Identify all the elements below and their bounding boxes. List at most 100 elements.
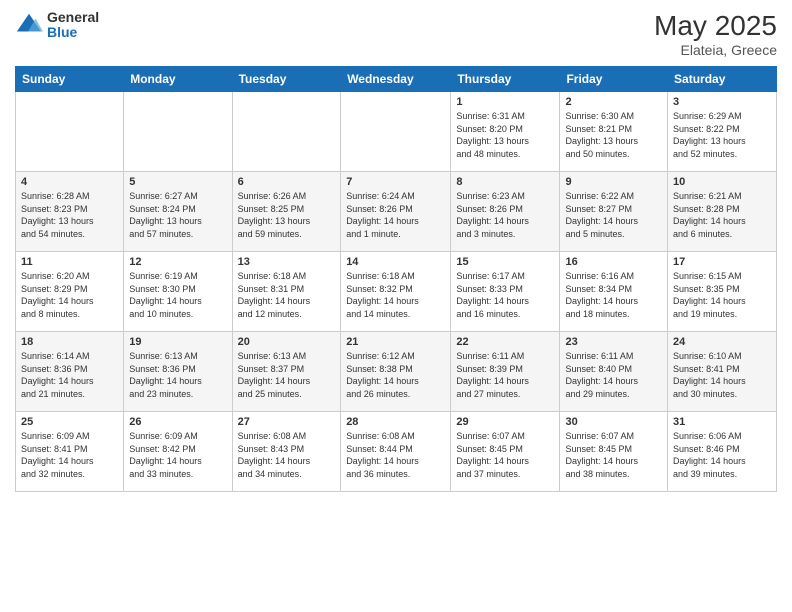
day-info: Sunrise: 6:29 AM Sunset: 8:22 PM Dayligh…: [673, 110, 771, 160]
day-info: Sunrise: 6:18 AM Sunset: 8:32 PM Dayligh…: [346, 270, 445, 320]
calendar-cell: 1 Sunrise: 6:31 AM Sunset: 8:20 PM Daylig…: [451, 92, 560, 172]
day-number: 22: [456, 336, 554, 348]
day-number: 14: [346, 256, 445, 268]
day-info: Sunrise: 6:10 AM Sunset: 8:41 PM Dayligh…: [673, 350, 771, 400]
calendar-cell: 14 Sunrise: 6:18 AM Sunset: 8:32 PM Dayli…: [341, 252, 451, 332]
day-info: Sunrise: 6:13 AM Sunset: 8:37 PM Dayligh…: [238, 350, 336, 400]
calendar-cell: 8Sunrise: 6:23 AM Sunset: 8:26 PM Daylig…: [451, 172, 560, 252]
day-info: Sunrise: 6:06 AM Sunset: 8:46 PM Dayligh…: [673, 430, 771, 480]
calendar-cell: 25Sunrise: 6:09 AM Sunset: 8:41 PM Dayli…: [16, 412, 124, 492]
day-number: 29: [456, 416, 554, 428]
day-number: 18: [21, 336, 118, 348]
calendar-week-row: 4 Sunrise: 6:28 AM Sunset: 8:23 PM Daylig…: [16, 172, 777, 252]
day-info: Sunrise: 6:12 AM Sunset: 8:38 PM Dayligh…: [346, 350, 445, 400]
day-number: 19: [129, 336, 226, 348]
calendar-cell: 3 Sunrise: 6:29 AM Sunset: 8:22 PM Daylig…: [668, 92, 777, 172]
page: General Blue May 2025 Elateia, Greece Su…: [0, 0, 792, 612]
day-info: Sunrise: 6:20 AM Sunset: 8:29 PM Dayligh…: [21, 270, 118, 320]
day-number: 8: [456, 176, 554, 188]
day-info: Sunrise: 6:27 AM Sunset: 8:24 PM Dayligh…: [129, 190, 226, 240]
calendar-cell: 5 Sunrise: 6:27 AM Sunset: 8:24 PM Daylig…: [124, 172, 232, 252]
location: Elateia, Greece: [654, 42, 777, 58]
calendar-cell: [232, 92, 341, 172]
day-info: Sunrise: 6:21 AM Sunset: 8:28 PM Dayligh…: [673, 190, 771, 240]
day-info: Sunrise: 6:08 AM Sunset: 8:43 PM Dayligh…: [238, 430, 336, 480]
calendar-cell: [341, 92, 451, 172]
day-number: 4: [21, 176, 118, 188]
day-number: 27: [238, 416, 336, 428]
calendar-cell: 13 Sunrise: 6:18 AM Sunset: 8:31 PM Dayli…: [232, 252, 341, 332]
calendar-cell: 7Sunrise: 6:24 AM Sunset: 8:26 PM Daylig…: [341, 172, 451, 252]
day-info: Sunrise: 6:08 AM Sunset: 8:44 PM Dayligh…: [346, 430, 445, 480]
calendar-week-row: 1 Sunrise: 6:31 AM Sunset: 8:20 PM Daylig…: [16, 92, 777, 172]
day-number: 12: [129, 256, 226, 268]
day-info: Sunrise: 6:18 AM Sunset: 8:31 PM Dayligh…: [238, 270, 336, 320]
day-number: 31: [673, 416, 771, 428]
day-info: Sunrise: 6:14 AM Sunset: 8:36 PM Dayligh…: [21, 350, 118, 400]
day-info: Sunrise: 6:26 AM Sunset: 8:25 PM Dayligh…: [238, 190, 336, 240]
calendar-cell: 17Sunrise: 6:15 AM Sunset: 8:35 PM Dayli…: [668, 252, 777, 332]
logo-general-text: General: [47, 10, 99, 25]
calendar-cell: 20 Sunrise: 6:13 AM Sunset: 8:37 PM Dayli…: [232, 332, 341, 412]
calendar-cell: 16Sunrise: 6:16 AM Sunset: 8:34 PM Dayli…: [560, 252, 668, 332]
calendar-cell: 30Sunrise: 6:07 AM Sunset: 8:45 PM Dayli…: [560, 412, 668, 492]
calendar-header-row: SundayMondayTuesdayWednesdayThursdayFrid…: [16, 67, 777, 92]
day-info: Sunrise: 6:11 AM Sunset: 8:39 PM Dayligh…: [456, 350, 554, 400]
calendar-cell: 19 Sunrise: 6:13 AM Sunset: 8:36 PM Dayli…: [124, 332, 232, 412]
logo-icon: [15, 11, 43, 39]
day-header-tuesday: Tuesday: [232, 67, 341, 92]
day-number: 24: [673, 336, 771, 348]
day-info: Sunrise: 6:16 AM Sunset: 8:34 PM Dayligh…: [565, 270, 662, 320]
day-info: Sunrise: 6:30 AM Sunset: 8:21 PM Dayligh…: [565, 110, 662, 160]
calendar-cell: 26Sunrise: 6:09 AM Sunset: 8:42 PM Dayli…: [124, 412, 232, 492]
day-number: 10: [673, 176, 771, 188]
day-number: 20: [238, 336, 336, 348]
day-number: 1: [456, 96, 554, 108]
day-number: 13: [238, 256, 336, 268]
calendar-cell: 11 Sunrise: 6:20 AM Sunset: 8:29 PM Dayli…: [16, 252, 124, 332]
month-year: May 2025: [654, 10, 777, 42]
calendar-cell: 23 Sunrise: 6:11 AM Sunset: 8:40 PM Dayli…: [560, 332, 668, 412]
calendar-week-row: 11 Sunrise: 6:20 AM Sunset: 8:29 PM Dayli…: [16, 252, 777, 332]
day-number: 25: [21, 416, 118, 428]
calendar-cell: 15Sunrise: 6:17 AM Sunset: 8:33 PM Dayli…: [451, 252, 560, 332]
day-number: 5: [129, 176, 226, 188]
logo-blue-text: Blue: [47, 25, 99, 40]
title-block: May 2025 Elateia, Greece: [654, 10, 777, 58]
day-number: 28: [346, 416, 445, 428]
day-number: 26: [129, 416, 226, 428]
calendar-cell: 22 Sunrise: 6:11 AM Sunset: 8:39 PM Dayli…: [451, 332, 560, 412]
day-info: Sunrise: 6:13 AM Sunset: 8:36 PM Dayligh…: [129, 350, 226, 400]
day-number: 11: [21, 256, 118, 268]
header: General Blue May 2025 Elateia, Greece: [15, 10, 777, 58]
logo: General Blue: [15, 10, 99, 41]
day-info: Sunrise: 6:19 AM Sunset: 8:30 PM Dayligh…: [129, 270, 226, 320]
calendar-cell: 21Sunrise: 6:12 AM Sunset: 8:38 PM Dayli…: [341, 332, 451, 412]
day-number: 17: [673, 256, 771, 268]
calendar-cell: 4 Sunrise: 6:28 AM Sunset: 8:23 PM Daylig…: [16, 172, 124, 252]
calendar-table: SundayMondayTuesdayWednesdayThursdayFrid…: [15, 66, 777, 492]
day-number: 9: [565, 176, 662, 188]
day-number: 23: [565, 336, 662, 348]
day-info: Sunrise: 6:31 AM Sunset: 8:20 PM Dayligh…: [456, 110, 554, 160]
calendar-cell: 31 Sunrise: 6:06 AM Sunset: 8:46 PM Dayli…: [668, 412, 777, 492]
calendar-cell: [16, 92, 124, 172]
day-info: Sunrise: 6:11 AM Sunset: 8:40 PM Dayligh…: [565, 350, 662, 400]
day-info: Sunrise: 6:07 AM Sunset: 8:45 PM Dayligh…: [456, 430, 554, 480]
calendar-cell: 10 Sunrise: 6:21 AM Sunset: 8:28 PM Dayli…: [668, 172, 777, 252]
logo-text: General Blue: [47, 10, 99, 41]
day-number: 15: [456, 256, 554, 268]
calendar-cell: 9 Sunrise: 6:22 AM Sunset: 8:27 PM Daylig…: [560, 172, 668, 252]
day-number: 30: [565, 416, 662, 428]
calendar-cell: 29 Sunrise: 6:07 AM Sunset: 8:45 PM Dayli…: [451, 412, 560, 492]
calendar-cell: 28 Sunrise: 6:08 AM Sunset: 8:44 PM Dayli…: [341, 412, 451, 492]
day-number: 2: [565, 96, 662, 108]
day-number: 3: [673, 96, 771, 108]
calendar-cell: 12 Sunrise: 6:19 AM Sunset: 8:30 PM Dayli…: [124, 252, 232, 332]
day-info: Sunrise: 6:22 AM Sunset: 8:27 PM Dayligh…: [565, 190, 662, 240]
calendar-cell: [124, 92, 232, 172]
calendar-cell: 24 Sunrise: 6:10 AM Sunset: 8:41 PM Dayli…: [668, 332, 777, 412]
day-header-wednesday: Wednesday: [341, 67, 451, 92]
calendar-week-row: 25Sunrise: 6:09 AM Sunset: 8:41 PM Dayli…: [16, 412, 777, 492]
day-info: Sunrise: 6:28 AM Sunset: 8:23 PM Dayligh…: [21, 190, 118, 240]
